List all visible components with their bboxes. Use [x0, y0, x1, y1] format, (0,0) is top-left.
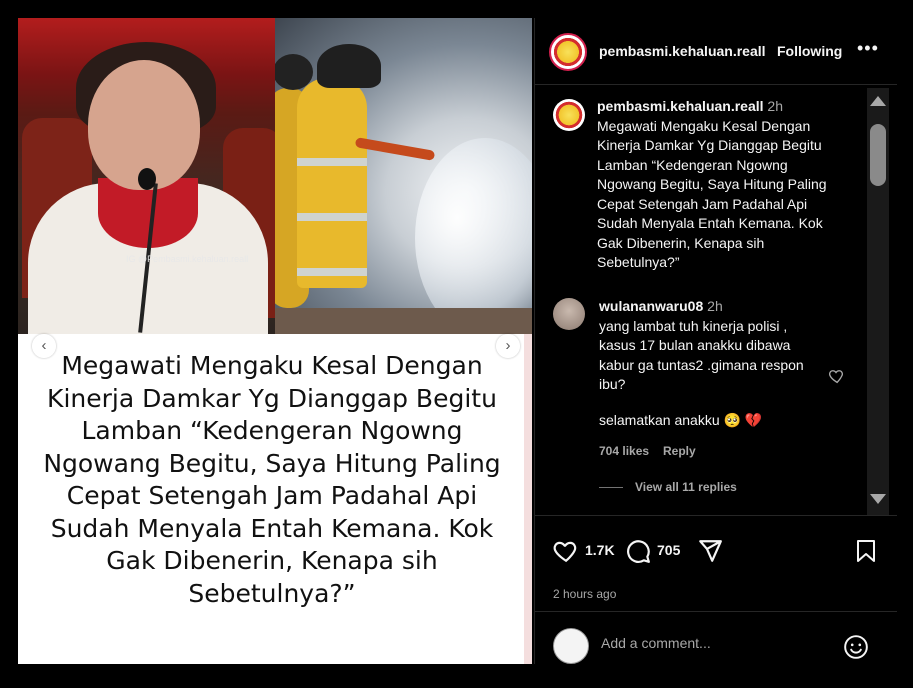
- post-timestamp[interactable]: 2 hours ago: [553, 587, 616, 601]
- comment-likes[interactable]: 704 likes: [599, 444, 649, 458]
- caption-text: Megawati Mengaku Kesal Dengan Kinerja Da…: [597, 117, 827, 271]
- comment-block: wulananwaru08 2h yang lambat tuh kinerja…: [599, 297, 825, 395]
- carousel-prev-button[interactable]: ‹: [32, 334, 56, 358]
- like-heart-icon[interactable]: [553, 538, 579, 564]
- post-modal: IG @Pembasmi.kehaluan.reall Megawati Men…: [18, 18, 897, 664]
- add-comment-input[interactable]: Add a comment...: [601, 635, 711, 651]
- comment-count[interactable]: 705: [657, 542, 680, 558]
- share-paper-plane-icon[interactable]: [697, 538, 723, 564]
- header-avatar[interactable]: [549, 33, 587, 71]
- caption-card-text: Megawati Mengaku Kesal Dengan Kinerja Da…: [43, 351, 501, 608]
- scroll-up-arrow-icon[interactable]: [870, 96, 886, 106]
- add-comment-bar: Add a comment...: [535, 611, 897, 666]
- comment-time: 2h: [707, 298, 723, 314]
- replies-divider: [599, 487, 623, 488]
- caption-time: 2h: [767, 98, 783, 114]
- image-watermark: IG @Pembasmi.kehaluan.reall: [126, 254, 249, 264]
- comment-bubble-icon[interactable]: [625, 538, 651, 564]
- comment-avatar[interactable]: [553, 298, 585, 330]
- post-media[interactable]: IG @Pembasmi.kehaluan.reall Megawati Men…: [18, 18, 532, 664]
- comment-reply-button[interactable]: Reply: [663, 444, 696, 458]
- caption-username[interactable]: pembasmi.kehaluan.reall: [597, 98, 764, 114]
- current-user-avatar[interactable]: [553, 628, 589, 664]
- comment-text-2: selamatkan anakku 🥺 💔: [599, 412, 763, 428]
- save-bookmark-icon[interactable]: [854, 538, 878, 564]
- comment-text: yang lambat tuh kinerja polisi , kasus 1…: [599, 317, 804, 393]
- scrollbar-thumb[interactable]: [870, 124, 886, 186]
- more-options-icon[interactable]: •••: [857, 38, 879, 59]
- chevron-left-icon: ‹: [41, 337, 47, 354]
- post-actions: 1.7K 705 2 hours ago Add a comment...: [535, 515, 897, 665]
- firefighter-photo: [275, 18, 532, 334]
- chevron-right-icon: ›: [505, 337, 511, 354]
- caption-avatar[interactable]: [553, 99, 585, 131]
- comments-scrollbar[interactable]: [867, 88, 889, 515]
- caption-block: pembasmi.kehaluan.reall 2h Megawati Meng…: [597, 97, 833, 273]
- carousel-next-button[interactable]: ›: [496, 334, 520, 358]
- following-button[interactable]: Following: [777, 43, 842, 59]
- caption-card: Megawati Mengaku Kesal Dengan Kinerja Da…: [18, 334, 532, 664]
- post-header: pembasmi.kehaluan.reall Following •••: [535, 18, 897, 85]
- speaker-photo: IG @Pembasmi.kehaluan.reall: [18, 18, 275, 334]
- view-replies-link[interactable]: View all 11 replies: [635, 480, 737, 494]
- post-side-panel: pembasmi.kehaluan.reall Following ••• pe…: [534, 18, 897, 664]
- comment-like-heart-icon[interactable]: [827, 367, 845, 385]
- scroll-down-arrow-icon[interactable]: [870, 494, 886, 504]
- comments-section[interactable]: pembasmi.kehaluan.reall 2h Megawati Meng…: [535, 85, 897, 515]
- header-username[interactable]: pembasmi.kehaluan.reall: [599, 43, 766, 59]
- like-count[interactable]: 1.7K: [585, 542, 615, 558]
- emoji-smiley-icon[interactable]: [843, 634, 869, 660]
- comment-username[interactable]: wulananwaru08: [599, 298, 703, 314]
